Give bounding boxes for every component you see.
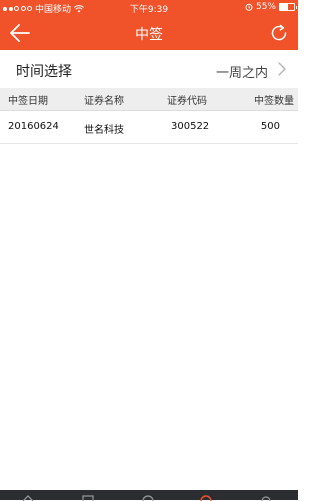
table-row[interactable]: 20160624 世名科技 300522 500 xyxy=(0,111,298,144)
chevron-right-icon xyxy=(278,62,286,76)
cell-date: 20160624 xyxy=(8,121,59,132)
refresh-button[interactable] xyxy=(268,22,290,44)
time-filter-row[interactable]: 时间选择 一周之内 xyxy=(0,50,298,89)
status-bar: 中国移动 下午9:39 55% xyxy=(0,0,298,16)
cell-code: 300522 xyxy=(171,121,210,132)
header-name: 证券名称 xyxy=(84,96,124,107)
bottom-tab-bar xyxy=(0,490,298,501)
page-title: 中签 xyxy=(135,27,163,43)
header-quantity: 中签数量 xyxy=(254,96,294,107)
table-header: 中签日期 证券名称 证券代码 中签数量 xyxy=(0,88,298,111)
refresh-icon xyxy=(271,24,287,41)
header-code: 证券代码 xyxy=(167,96,207,107)
time-filter-value: 一周之内 xyxy=(215,66,268,81)
status-right: 55% xyxy=(245,2,297,12)
alarm-icon xyxy=(245,3,253,11)
nav-bar: 中签 xyxy=(0,16,298,50)
battery-level xyxy=(280,4,288,10)
header-date: 中签日期 xyxy=(8,96,48,107)
time-filter-label: 时间选择 xyxy=(16,64,72,80)
battery-icon xyxy=(279,3,297,11)
cell-name: 世名科技 xyxy=(84,125,124,136)
cell-quantity: 500 xyxy=(260,121,280,132)
battery-percent: 55% xyxy=(255,2,276,12)
